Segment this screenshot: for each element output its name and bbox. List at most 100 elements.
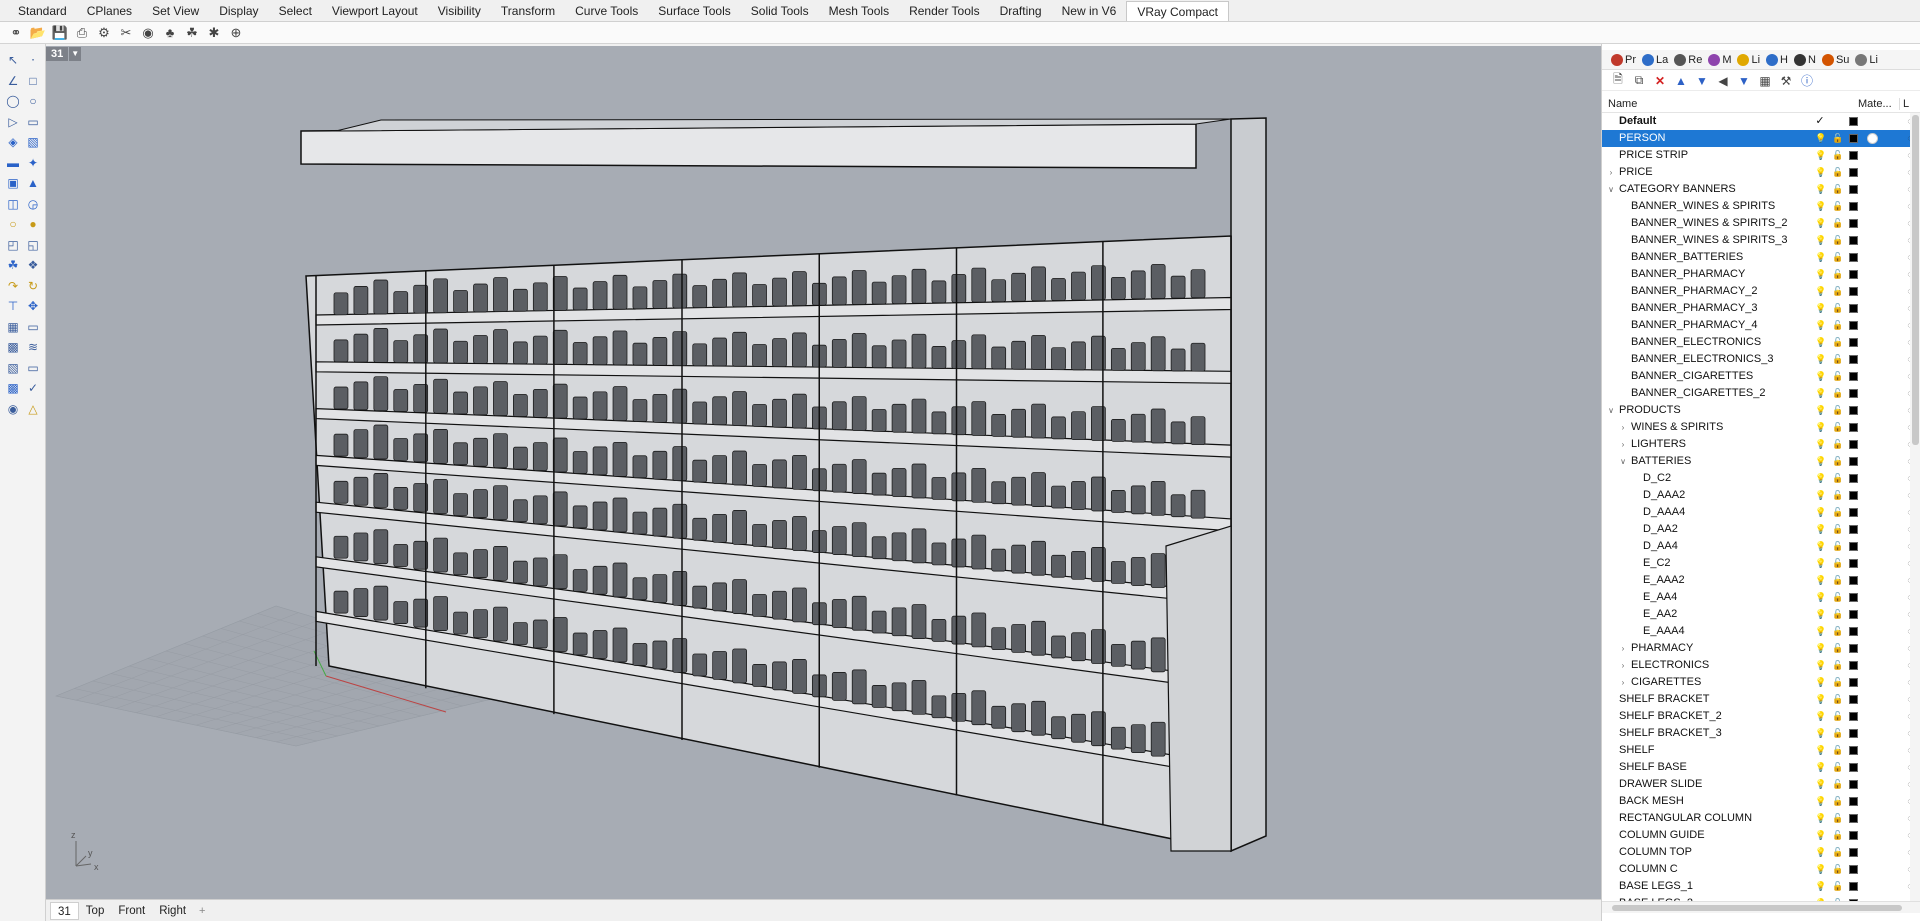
lock-icon[interactable]: 🔓 <box>1832 728 1843 739</box>
lock-icon[interactable]: 🔓 <box>1832 354 1843 365</box>
layer-color-swatch[interactable] <box>1849 134 1858 143</box>
tool-button-icon[interactable]: ▭ <box>24 359 42 377</box>
lock-icon[interactable]: 🔓 <box>1832 320 1843 331</box>
visibility-bulb-icon[interactable]: 💡 <box>1815 439 1826 450</box>
layer-row-banner-pharmacy-4[interactable]: BANNER_PHARMACY_4💡🔓◌ <box>1602 317 1920 334</box>
lock-icon[interactable]: 🔓 <box>1832 286 1843 297</box>
lock-icon[interactable]: 🔓 <box>1832 779 1843 790</box>
layer-row-person[interactable]: PERSON💡🔓◌ <box>1602 130 1920 147</box>
visibility-bulb-icon[interactable]: 💡 <box>1815 490 1826 501</box>
camera-icon[interactable]: ◉ <box>138 24 158 42</box>
visibility-bulb-icon[interactable]: 💡 <box>1815 881 1826 892</box>
ribbon-tab-new-in-v6[interactable]: New in V6 <box>1052 1 1127 21</box>
filter-icon[interactable]: ▼ <box>1736 73 1752 89</box>
visibility-bulb-icon[interactable]: 💡 <box>1815 218 1826 229</box>
layer-color-swatch[interactable] <box>1849 270 1858 279</box>
layer-row-shelf-bracket-2[interactable]: SHELF BRACKET_2💡🔓◌ <box>1602 708 1920 725</box>
layer-color-swatch[interactable] <box>1849 525 1858 534</box>
layer-row-price[interactable]: ›PRICE💡🔓◌ <box>1602 164 1920 181</box>
lock-icon[interactable]: 🔓 <box>1832 881 1843 892</box>
layer-color-swatch[interactable] <box>1849 746 1858 755</box>
visibility-bulb-icon[interactable]: 💡 <box>1815 796 1826 807</box>
lock-icon[interactable]: 🔓 <box>1832 541 1843 552</box>
tool-button-icon[interactable]: ◉ <box>4 400 22 418</box>
layer-row-d-aaa2[interactable]: D_AAA2💡🔓◌ <box>1602 487 1920 504</box>
layer-color-swatch[interactable] <box>1849 678 1858 687</box>
tool-button-icon[interactable]: ⊤ <box>4 297 22 315</box>
layer-row-price-strip[interactable]: PRICE STRIP💡🔓◌ <box>1602 147 1920 164</box>
lock-icon[interactable]: 🔓 <box>1832 405 1843 416</box>
layer-row-shelf[interactable]: SHELF💡🔓◌ <box>1602 742 1920 759</box>
layer-color-swatch[interactable] <box>1849 202 1858 211</box>
current-layer-check-icon[interactable]: ✓ <box>1815 116 1825 127</box>
visibility-bulb-icon[interactable]: 💡 <box>1815 303 1826 314</box>
tool-button-icon[interactable]: ▷ <box>4 113 22 131</box>
visibility-bulb-icon[interactable]: 💡 <box>1815 286 1826 297</box>
help-icon[interactable]: ⓘ <box>1799 73 1815 89</box>
tool-button-icon[interactable]: ☘ <box>4 256 22 274</box>
ribbon-tab-viewport-layout[interactable]: Viewport Layout <box>322 1 428 21</box>
layer-row-wines-spirits[interactable]: ›WINES & SPIRITS💡🔓◌ <box>1602 419 1920 436</box>
layer-color-swatch[interactable] <box>1849 474 1858 483</box>
material-icon[interactable] <box>1867 133 1878 144</box>
scene-icon[interactable]: ☘ <box>182 24 202 42</box>
tool-button-icon[interactable]: ◯ <box>4 92 22 110</box>
ribbon-tab-solid-tools[interactable]: Solid Tools <box>741 1 819 21</box>
ribbon-tab-visibility[interactable]: Visibility <box>428 1 491 21</box>
tool-button-icon[interactable]: ◰ <box>4 236 22 254</box>
layer-row-cigarettes[interactable]: ›CIGARETTES💡🔓◌ <box>1602 674 1920 691</box>
new-sublayer-icon[interactable]: ⧉ <box>1631 73 1647 89</box>
visibility-bulb-icon[interactable]: 💡 <box>1815 660 1826 671</box>
layer-row-products[interactable]: ∨PRODUCTS💡🔓◌ <box>1602 402 1920 419</box>
layer-color-swatch[interactable] <box>1849 236 1858 245</box>
visibility-bulb-icon[interactable]: 💡 <box>1815 558 1826 569</box>
tool-button-icon[interactable]: ○ <box>4 215 22 233</box>
layer-row-banner-pharmacy-3[interactable]: BANNER_PHARMACY_3💡🔓◌ <box>1602 300 1920 317</box>
tool-button-icon[interactable]: ↖ <box>4 51 22 69</box>
ribbon-tab-cplanes[interactable]: CPlanes <box>77 1 142 21</box>
lock-icon[interactable]: 🔓 <box>1832 864 1843 875</box>
layer-row-default[interactable]: Default✓◌ <box>1602 113 1920 130</box>
lock-icon[interactable]: 🔓 <box>1832 660 1843 671</box>
layer-color-swatch[interactable] <box>1849 508 1858 517</box>
view-tab-top[interactable]: Top <box>79 902 112 920</box>
ribbon-tab-set-view[interactable]: Set View <box>142 1 209 21</box>
lock-icon[interactable]: 🔓 <box>1832 609 1843 620</box>
vertical-scroll-thumb[interactable] <box>1912 115 1919 445</box>
lock-icon[interactable]: 🔓 <box>1832 745 1843 756</box>
layer-color-swatch[interactable] <box>1849 219 1858 228</box>
ribbon-tab-vray-compact[interactable]: VRay Compact <box>1126 1 1230 21</box>
lock-icon[interactable]: 🔓 <box>1832 558 1843 569</box>
visibility-bulb-icon[interactable]: 💡 <box>1815 643 1826 654</box>
layer-row-banner-cigarettes[interactable]: BANNER_CIGARETTES💡🔓◌ <box>1602 368 1920 385</box>
lock-icon[interactable]: 🔓 <box>1832 677 1843 688</box>
layer-row-banner-wines-spirits[interactable]: BANNER_WINES & SPIRITS💡🔓◌ <box>1602 198 1920 215</box>
tool-button-icon[interactable]: ◫ <box>4 195 22 213</box>
tool-button-icon[interactable]: ◶ <box>24 195 42 213</box>
visibility-bulb-icon[interactable]: 💡 <box>1815 167 1826 178</box>
layer-row-d-aaa4[interactable]: D_AAA4💡🔓◌ <box>1602 504 1920 521</box>
layer-row-banner-electronics[interactable]: BANNER_ELECTRONICS💡🔓◌ <box>1602 334 1920 351</box>
lock-icon[interactable]: 🔓 <box>1832 626 1843 637</box>
layer-color-swatch[interactable] <box>1849 610 1858 619</box>
collapse-chevron-icon[interactable]: ∨ <box>1606 402 1616 419</box>
delete-layer-icon[interactable]: ✕ <box>1652 73 1668 89</box>
visibility-bulb-icon[interactable]: 💡 <box>1815 252 1826 263</box>
lock-icon[interactable]: 🔓 <box>1832 235 1843 246</box>
tool-button-icon[interactable]: □ <box>24 72 42 90</box>
lock-icon[interactable]: 🔓 <box>1832 847 1843 858</box>
expand-chevron-icon[interactable]: › <box>1618 640 1628 657</box>
tool-button-icon[interactable]: ▦ <box>4 318 22 336</box>
visibility-bulb-icon[interactable]: 💡 <box>1815 456 1826 467</box>
layer-row-back-mesh[interactable]: BACK MESH💡🔓◌ <box>1602 793 1920 810</box>
visibility-bulb-icon[interactable]: 💡 <box>1815 235 1826 246</box>
horizontal-scroll-thumb[interactable] <box>1612 905 1902 911</box>
save-icon[interactable]: 💾 <box>50 24 70 42</box>
layer-color-swatch[interactable] <box>1849 712 1858 721</box>
column-material-header[interactable]: Mate... <box>1858 98 1892 110</box>
expand-chevron-icon[interactable]: › <box>1618 657 1628 674</box>
lock-icon[interactable]: 🔓 <box>1832 507 1843 518</box>
layer-row-batteries[interactable]: ∨BATTERIES💡🔓◌ <box>1602 453 1920 470</box>
collapse-chevron-icon[interactable]: ∨ <box>1618 453 1628 470</box>
panel-tab-su-7[interactable]: Su <box>1819 53 1852 66</box>
